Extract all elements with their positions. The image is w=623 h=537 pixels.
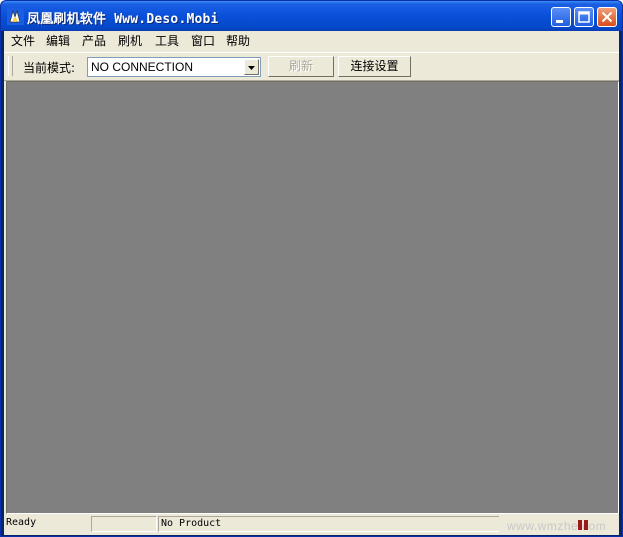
- close-button[interactable]: [597, 7, 617, 27]
- app-window: 凤凰刷机软件 Www.Deso.Mobi 文件 编辑 产品 刷机 工具 窗口 帮…: [0, 0, 623, 537]
- current-mode-label: 当前模式:: [23, 61, 76, 75]
- menu-flash[interactable]: 刷机: [118, 33, 142, 49]
- status-bar: Ready No Product www.wmzhe.com: [4, 514, 619, 535]
- status-product: No Product: [158, 516, 499, 532]
- watermark: www.wmzhe.com: [507, 519, 607, 533]
- title-bar[interactable]: 凤凰刷机软件 Www.Deso.Mobi: [1, 1, 622, 31]
- menu-window[interactable]: 窗口: [191, 33, 215, 49]
- status-ready: Ready: [6, 517, 37, 528]
- close-icon: [601, 11, 613, 23]
- toolbar: 当前模式: NO CONNECTION 刷新 连接设置: [4, 52, 619, 81]
- menu-bar: 文件 编辑 产品 刷机 工具 窗口 帮助: [4, 31, 619, 51]
- dropdown-button[interactable]: [244, 59, 259, 75]
- menu-help[interactable]: 帮助: [226, 33, 250, 49]
- maximize-icon: [578, 11, 590, 23]
- status-pane-empty: [91, 516, 157, 532]
- minimize-icon: [556, 20, 563, 23]
- mode-select-value: NO CONNECTION: [91, 60, 193, 74]
- status-indicator-icon: [578, 520, 588, 530]
- client-area: 文件 编辑 产品 刷机 工具 窗口 帮助 当前模式: NO CONNECTION…: [4, 31, 619, 535]
- chevron-down-icon: [248, 66, 255, 70]
- menu-tools[interactable]: 工具: [155, 33, 179, 49]
- mode-select[interactable]: NO CONNECTION: [87, 57, 261, 77]
- minimize-button[interactable]: [551, 7, 571, 27]
- mdi-workspace: [6, 81, 619, 514]
- refresh-button[interactable]: 刷新: [268, 56, 334, 77]
- maximize-button[interactable]: [574, 7, 594, 27]
- menu-file[interactable]: 文件: [11, 33, 35, 49]
- menu-edit[interactable]: 编辑: [46, 33, 70, 49]
- connection-settings-button[interactable]: 连接设置: [338, 56, 411, 77]
- menu-product[interactable]: 产品: [82, 33, 106, 49]
- phoenix-app-icon: [7, 8, 24, 25]
- toolbar-grip[interactable]: [8, 56, 13, 76]
- window-title: 凤凰刷机软件 Www.Deso.Mobi: [27, 12, 219, 27]
